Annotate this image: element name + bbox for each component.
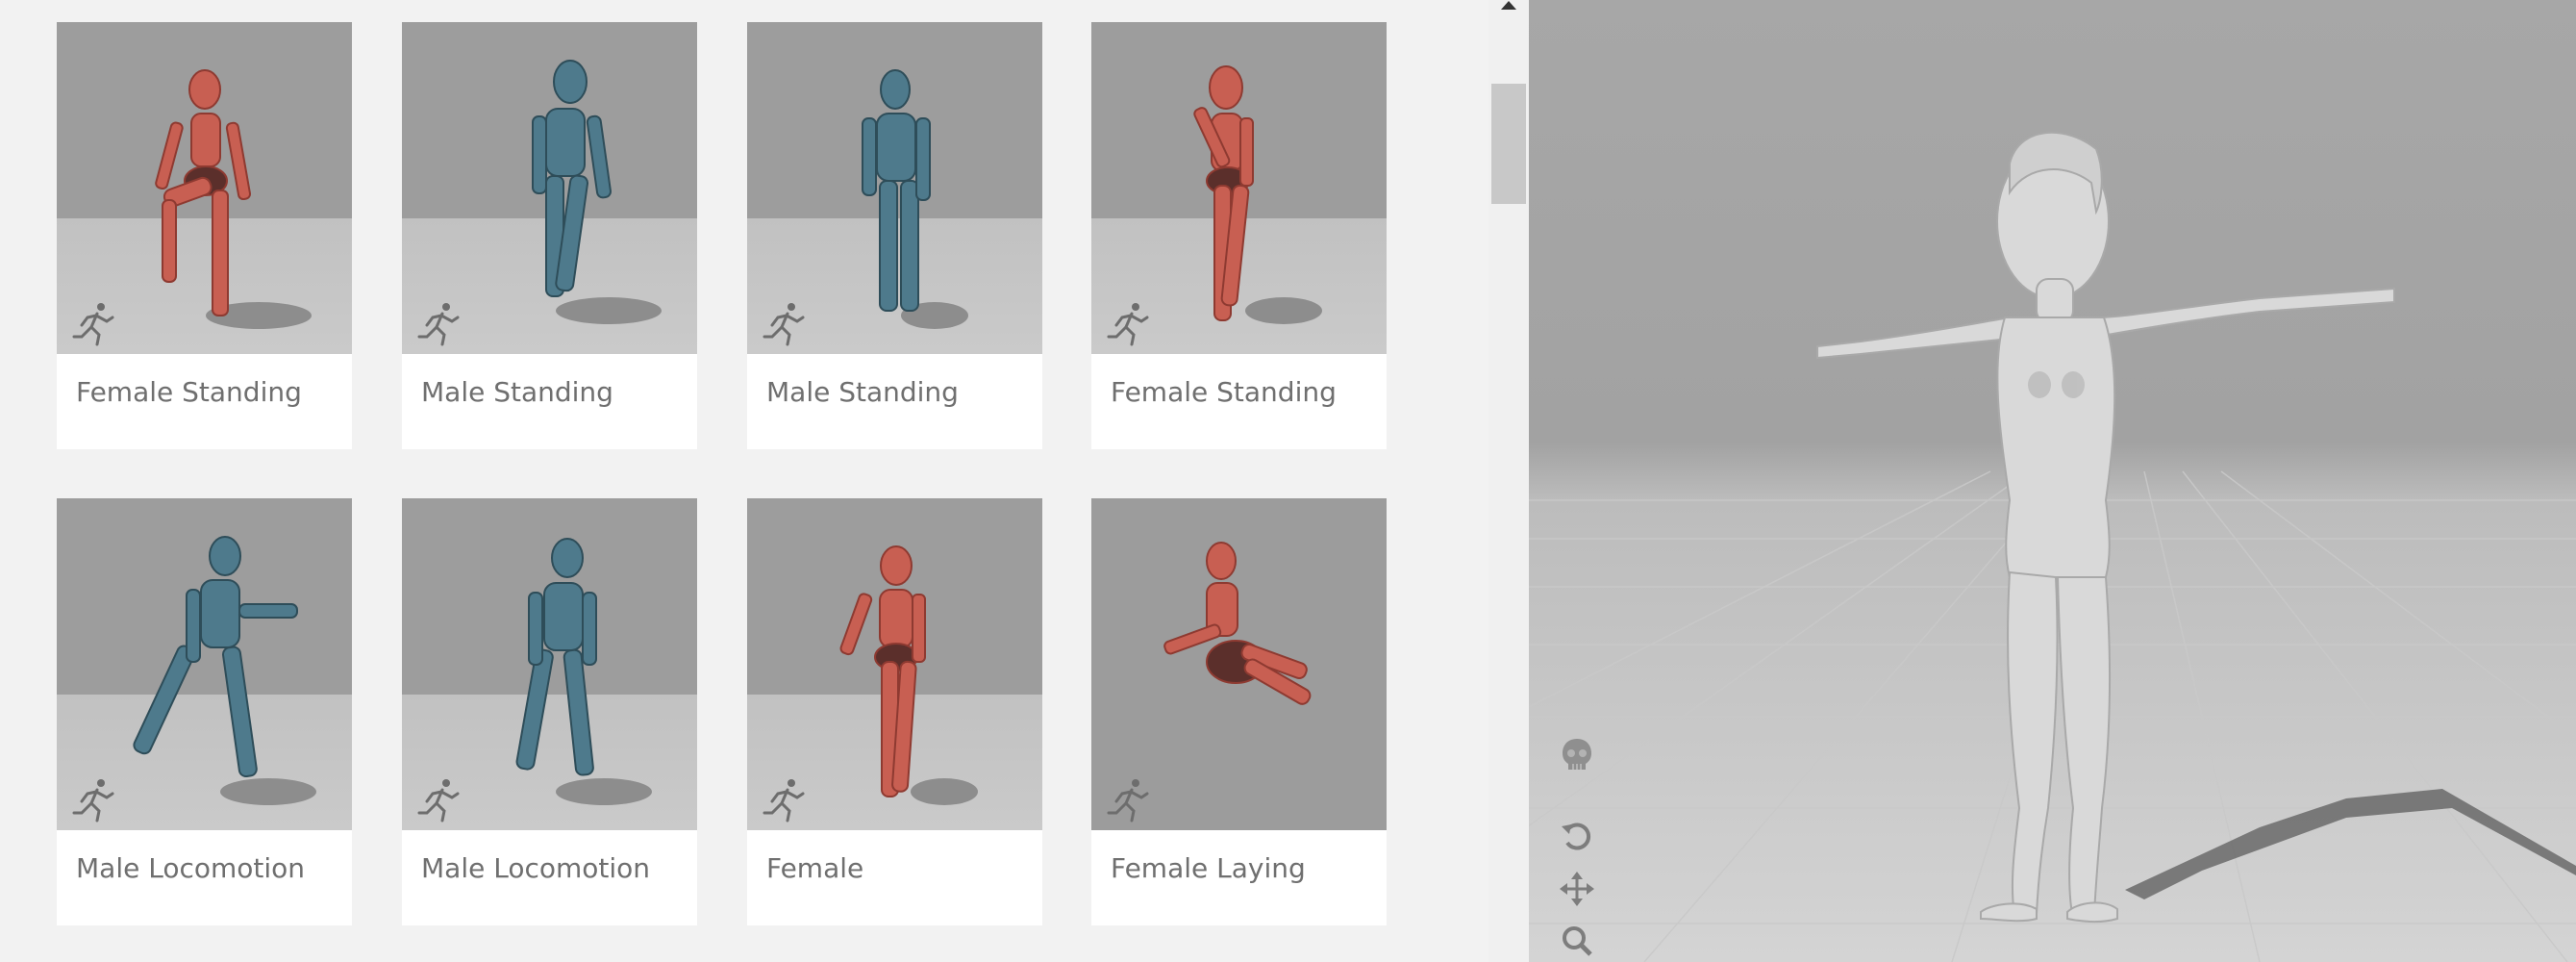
animation-card[interactable]: Male Locomotion bbox=[402, 498, 697, 925]
animation-thumbnail bbox=[57, 498, 352, 830]
animation-card[interactable]: Female Standing bbox=[1091, 22, 1387, 449]
running-figure-icon bbox=[1107, 303, 1149, 346]
running-figure-icon bbox=[1107, 779, 1149, 823]
animation-card[interactable]: Female Laying bbox=[1091, 498, 1387, 925]
animation-title: Female Standing bbox=[1111, 376, 1337, 408]
zoom-icon[interactable] bbox=[1558, 922, 1596, 960]
animation-title: Male Locomotion bbox=[421, 852, 651, 884]
character-viewport[interactable] bbox=[1529, 0, 2576, 962]
t-pose-character bbox=[1816, 131, 2395, 923]
animation-card[interactable]: Male Standing bbox=[747, 22, 1042, 449]
animation-title: Female Standing bbox=[76, 376, 302, 408]
running-figure-icon bbox=[72, 779, 114, 823]
animation-title: Male Standing bbox=[421, 376, 613, 408]
animation-thumbnail bbox=[1091, 22, 1387, 354]
animation-browser: Female Standing Male Standing Male Stand… bbox=[0, 0, 1488, 962]
running-figure-icon bbox=[72, 303, 114, 346]
animation-thumbnail bbox=[57, 22, 352, 354]
animation-title: Female Laying bbox=[1111, 852, 1306, 884]
running-figure-icon bbox=[763, 303, 805, 346]
running-figure-icon bbox=[417, 779, 460, 823]
animation-title: Male Standing bbox=[766, 376, 959, 408]
scrollbar-thumb[interactable] bbox=[1491, 84, 1526, 204]
animation-thumbnail bbox=[402, 498, 697, 830]
animation-thumbnail bbox=[747, 498, 1042, 830]
skeleton-icon[interactable] bbox=[1558, 736, 1596, 774]
animation-thumbnail bbox=[402, 22, 697, 354]
viewport-scene bbox=[1529, 131, 2576, 962]
running-figure-icon bbox=[417, 303, 460, 346]
animation-card[interactable]: Male Locomotion bbox=[57, 498, 352, 925]
scroll-up-arrow-icon[interactable] bbox=[1498, 0, 1519, 12]
animation-thumbnail bbox=[747, 22, 1042, 354]
pan-icon[interactable] bbox=[1558, 870, 1596, 908]
animation-thumbnail bbox=[1091, 498, 1387, 830]
running-figure-icon bbox=[763, 779, 805, 823]
animation-title: Male Locomotion bbox=[76, 852, 306, 884]
rotate-icon[interactable] bbox=[1558, 817, 1596, 855]
animation-card[interactable]: Female Standing bbox=[57, 22, 352, 449]
animation-card[interactable]: Male Standing bbox=[402, 22, 697, 449]
animation-title: Female bbox=[766, 852, 864, 884]
animation-card[interactable]: Female bbox=[747, 498, 1042, 925]
